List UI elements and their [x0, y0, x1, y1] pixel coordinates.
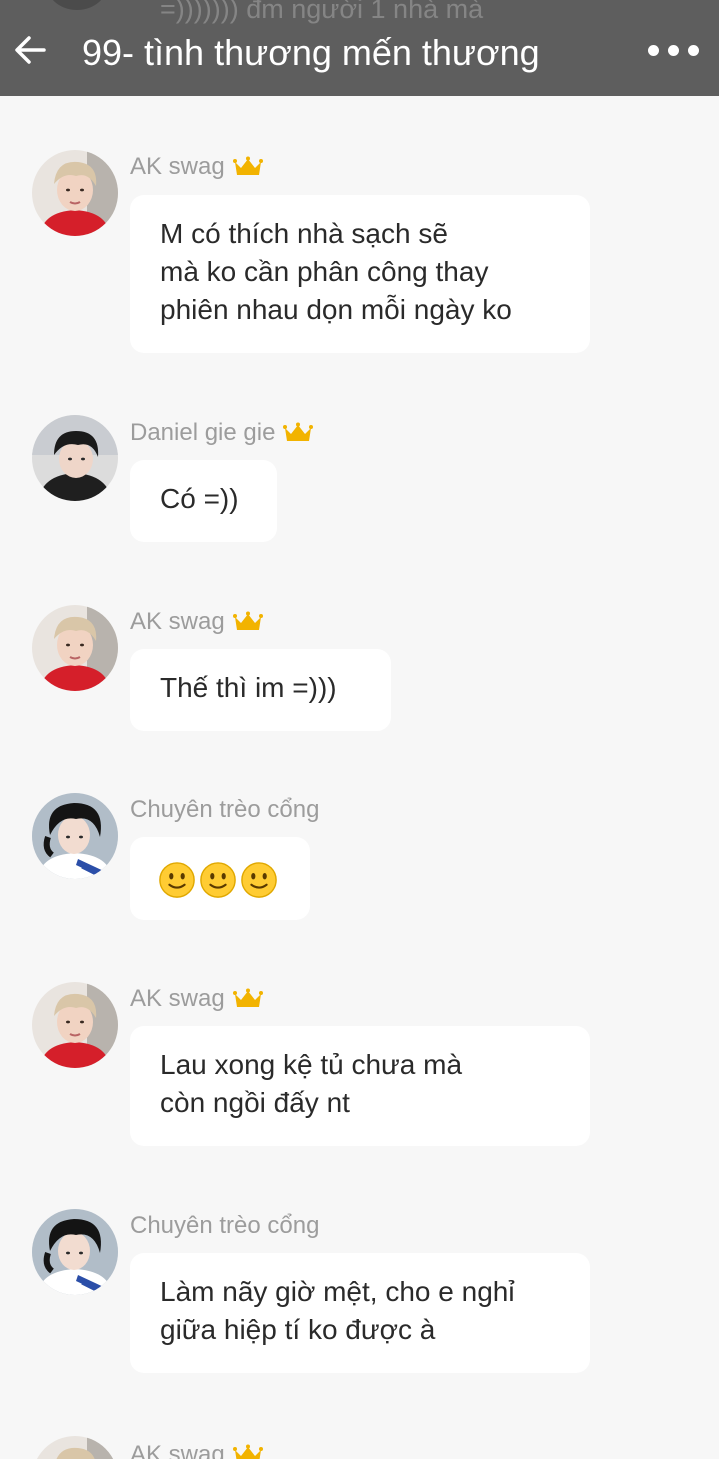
chat-message: AK swag	[0, 1436, 719, 1459]
message-text: còn ngồi đấy nt	[160, 1087, 350, 1118]
slightly-smiling-face-icon	[200, 862, 236, 898]
crown-icon	[232, 1444, 263, 1459]
more-options-button[interactable]	[648, 40, 704, 60]
crown-icon	[232, 156, 263, 175]
message-text: Có =))	[160, 483, 239, 514]
message-text: mà ko cần phân công thay	[160, 256, 489, 287]
slightly-smiling-face-icon	[241, 862, 277, 898]
more-horizontal-icon	[648, 44, 659, 56]
message-bubble[interactable]: M có thích nhà sạch sẽ mà ko cần phân cô…	[130, 195, 590, 353]
message-text: Làm nãy giờ mệt, cho e nghỉ	[160, 1276, 515, 1307]
scrolled-avatar	[46, 0, 108, 10]
crown-icon	[232, 611, 263, 630]
message-bubble[interactable]: Làm nãy giờ mệt, cho e nghỉ giữa hiệp tí…	[130, 1253, 590, 1373]
sender-name: Chuyên trèo cổng	[130, 1212, 320, 1239]
chat-title: 99- tình thương mến thương	[82, 32, 540, 73]
sender-name: AK swag	[130, 984, 263, 1014]
message-bubble[interactable]: Thế thì im =)))	[130, 649, 391, 731]
crown-icon	[232, 988, 263, 1007]
slightly-smiling-face-icon	[159, 862, 195, 898]
emoji-group	[158, 859, 278, 899]
message-text: M có thích nhà sạch sẽ	[160, 218, 448, 249]
message-text: giữa hiệp tí ko được à	[160, 1314, 436, 1345]
scrolled-message-text: =))))))) đm người 1 nhà mà	[160, 0, 484, 24]
crown-icon	[283, 422, 314, 441]
arrow-left-icon	[15, 36, 46, 64]
avatar[interactable]	[32, 605, 118, 691]
back-button[interactable]	[10, 30, 50, 70]
avatar[interactable]	[32, 1209, 118, 1295]
sender-name: AK swag	[130, 607, 263, 637]
chat-header: =))))))) đm người 1 nhà mà 99- tình thươ…	[0, 0, 719, 96]
sender-name: Daniel gie gie	[130, 418, 314, 448]
avatar[interactable]	[32, 793, 118, 879]
sender-name: AK swag	[130, 1440, 263, 1459]
avatar[interactable]	[32, 150, 118, 236]
avatar[interactable]	[32, 415, 118, 501]
avatar[interactable]	[32, 1436, 118, 1459]
message-bubble[interactable]	[130, 837, 310, 920]
message-text: phiên nhau dọn mỗi ngày ko	[160, 294, 512, 325]
message-text: Lau xong kệ tủ chưa mà	[160, 1049, 463, 1080]
sender-name: Chuyên trèo cổng	[130, 796, 320, 823]
avatar[interactable]	[32, 982, 118, 1068]
message-text: Thế thì im =)))	[160, 672, 337, 703]
message-bubble[interactable]: Lau xong kệ tủ chưa mà còn ngồi đấy nt	[130, 1026, 590, 1146]
message-bubble[interactable]: Có =))	[130, 460, 277, 542]
sender-name: AK swag	[130, 152, 263, 182]
